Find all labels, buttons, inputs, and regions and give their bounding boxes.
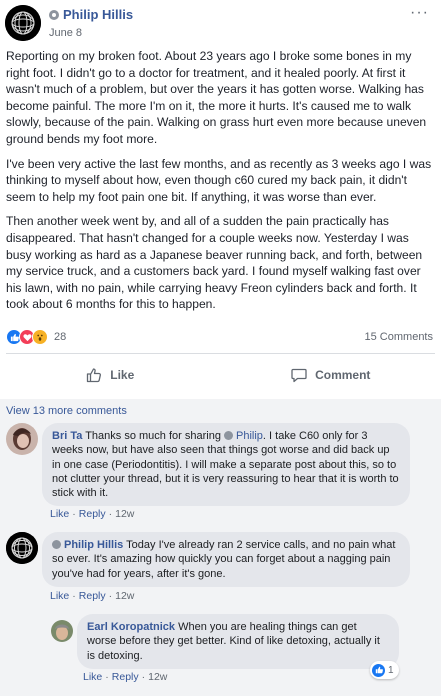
divider bbox=[6, 353, 435, 354]
separator: · bbox=[72, 590, 76, 602]
comment-time[interactable]: 12w bbox=[115, 590, 134, 602]
comment-meta: Like · Reply · 12w bbox=[50, 508, 134, 520]
reaction-count[interactable]: 28 bbox=[54, 331, 66, 343]
author-avatar[interactable] bbox=[5, 5, 41, 41]
comment-like-link[interactable]: Like bbox=[50, 508, 69, 520]
commenter-avatar[interactable] bbox=[6, 532, 38, 564]
comment-meta: Like · Reply · 12w bbox=[50, 590, 134, 602]
comment-like-link[interactable]: Like bbox=[83, 671, 102, 683]
separator: · bbox=[105, 671, 109, 683]
comment-author[interactable]: Philip Hillis bbox=[64, 539, 123, 551]
post-paragraph: I've been very active the last few month… bbox=[6, 156, 432, 204]
comment-author[interactable]: Earl Koropatnick bbox=[87, 621, 175, 633]
comment-reaction-count: 1 bbox=[388, 664, 394, 676]
separator: · bbox=[108, 508, 113, 520]
comment-icon bbox=[291, 368, 307, 383]
post-text: Reporting on my broken foot. About 23 ye… bbox=[6, 48, 436, 321]
like-icon bbox=[372, 663, 385, 677]
post-date[interactable]: June 8 bbox=[49, 27, 82, 39]
view-more-comments-link[interactable]: View 13 more comments bbox=[6, 405, 127, 417]
comment-bubble: Bri Ta Thanks so much for sharing Philip… bbox=[42, 423, 410, 507]
wow-icon bbox=[32, 329, 48, 345]
comment-meta: Like · Reply · 12w bbox=[83, 671, 167, 683]
commenter-avatar[interactable] bbox=[6, 423, 38, 455]
comment-mention[interactable]: Philip bbox=[236, 430, 263, 442]
comment-author[interactable]: Bri Ta bbox=[52, 430, 82, 442]
more-options-icon[interactable]: ··· bbox=[410, 4, 429, 22]
comment-reply-link[interactable]: Reply bbox=[112, 671, 139, 683]
like-button[interactable]: Like bbox=[0, 358, 221, 392]
post-author-name[interactable]: Philip Hillis bbox=[49, 7, 133, 22]
comment-text: Thanks so much for sharing bbox=[82, 430, 225, 442]
comment-like-link[interactable]: Like bbox=[50, 590, 69, 602]
comment-button[interactable]: Comment bbox=[221, 358, 441, 392]
comment-reaction-badge[interactable]: 1 bbox=[370, 661, 399, 679]
comment-bubble: Philip Hillis Today I've already ran 2 s… bbox=[42, 532, 410, 587]
comment-reply-link[interactable]: Reply bbox=[79, 590, 106, 602]
commenter-avatar[interactable] bbox=[51, 620, 73, 642]
post-author-label[interactable]: Philip Hillis bbox=[63, 7, 133, 22]
comment-reply-link[interactable]: Reply bbox=[79, 508, 106, 520]
separator: · bbox=[141, 671, 146, 683]
page-badge-icon bbox=[224, 431, 234, 440]
separator: · bbox=[72, 508, 76, 520]
separator: · bbox=[108, 590, 113, 602]
comment-time[interactable]: 12w bbox=[115, 508, 134, 520]
post-paragraph: Reporting on my broken foot. About 23 ye… bbox=[6, 49, 427, 146]
comment-count[interactable]: 15 Comments bbox=[365, 331, 433, 343]
reactions-summary: 28 15 Comments bbox=[0, 327, 441, 347]
page-badge-icon bbox=[49, 9, 59, 20]
comment-time[interactable]: 12w bbox=[148, 671, 167, 683]
thumbs-up-icon bbox=[87, 368, 102, 383]
like-button-label: Like bbox=[110, 368, 135, 382]
post-header: Philip Hillis June 8 ··· bbox=[0, 0, 441, 46]
comment-button-label: Comment bbox=[315, 368, 371, 382]
comment-bubble: Earl Koropatnick When you are healing th… bbox=[77, 614, 399, 669]
post-paragraph: Then another week went by, and all of a … bbox=[6, 214, 423, 312]
reaction-icons[interactable] bbox=[6, 329, 48, 345]
post-actions: Like Comment bbox=[0, 358, 441, 392]
page-badge-icon bbox=[52, 540, 61, 549]
